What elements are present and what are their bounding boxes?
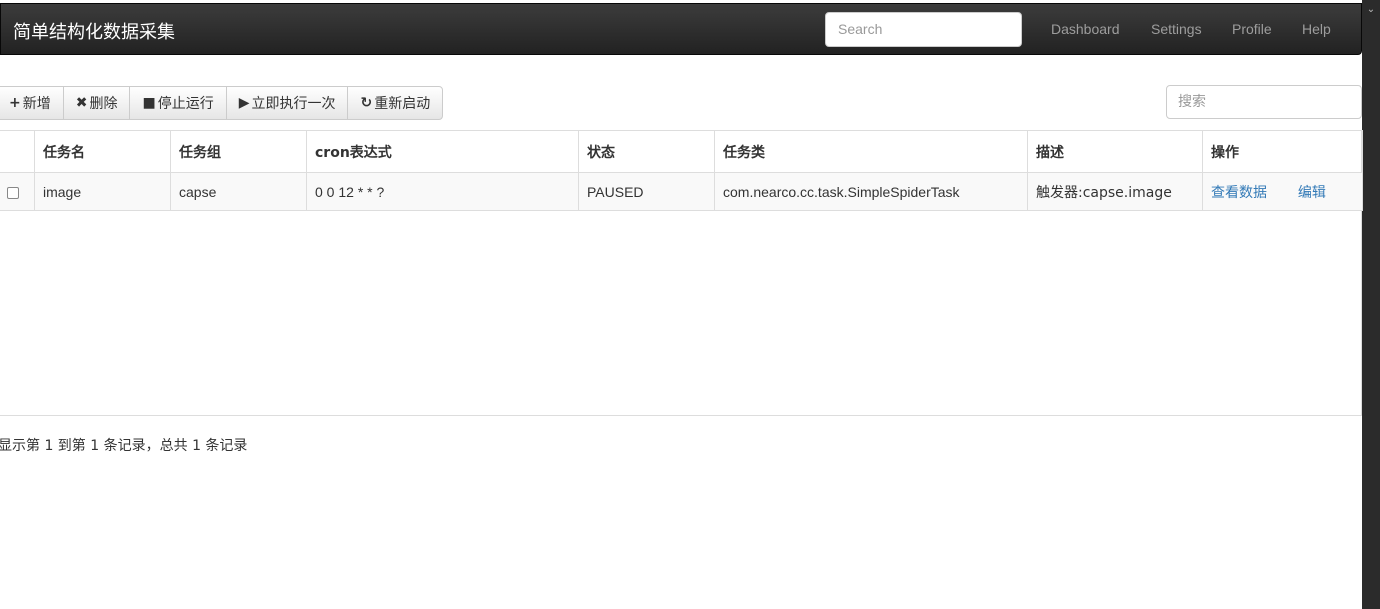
task-group-cell: capse — [170, 172, 307, 211]
view-data-link[interactable]: 查看数据 — [1211, 185, 1267, 201]
header-select — [0, 130, 35, 173]
table-header-row: 任务名 任务组 cron表达式 状态 任务类 描述 操作 — [0, 130, 1363, 173]
nav-link-help[interactable]: Help — [1302, 21, 1331, 37]
remove-icon: ✖ — [75, 95, 88, 111]
header-task-name[interactable]: 任务名 — [34, 130, 171, 173]
header-actions: 操作 — [1202, 130, 1363, 173]
stop-button-label: 停止运行 — [157, 96, 214, 112]
run-once-button-label: 立即执行一次 — [251, 96, 336, 112]
scroll-down-arrow-icon[interactable]: ⌄ — [1362, 2, 1380, 18]
app-brand[interactable]: 简单结构化数据采集 — [13, 18, 175, 44]
row-checkbox[interactable] — [7, 186, 19, 199]
top-navbar: 简单结构化数据采集 Search Dashboard Settings Prof… — [0, 3, 1362, 55]
task-table: 任务名 任务组 cron表达式 状态 任务类 描述 操作 image capse… — [0, 130, 1363, 211]
header-cron[interactable]: cron表达式 — [306, 130, 579, 173]
cron-cell: 0 0 12 * * ? — [306, 172, 579, 211]
pagination-info: 显示第 1 到第 1 条记录，总共 1 条记录 — [0, 438, 248, 454]
add-button[interactable]: + 新增 — [0, 86, 64, 120]
vertical-scrollbar[interactable]: ⌄ — [1362, 0, 1380, 609]
row-select-cell — [0, 172, 35, 211]
nav-search-input[interactable]: Search — [825, 12, 1022, 47]
header-task-class[interactable]: 任务类 — [714, 130, 1028, 173]
restart-button-label: 重新启动 — [374, 96, 431, 112]
stop-icon: ■ — [142, 95, 156, 111]
task-table-container: 任务名 任务组 cron表达式 状态 任务类 描述 操作 image capse… — [0, 130, 1363, 416]
task-toolbar: + 新增 ✖ 删除 ■ 停止运行 ▶ 立即执行一次 ↻ 重新启动 — [0, 86, 444, 120]
add-button-label: 新增 — [22, 96, 51, 112]
delete-button[interactable]: ✖ 删除 — [62, 86, 131, 120]
run-once-button[interactable]: ▶ 立即执行一次 — [225, 86, 349, 120]
nav-link-settings[interactable]: Settings — [1151, 21, 1202, 37]
task-class-cell: com.nearco.cc.task.SimpleSpiderTask — [714, 172, 1028, 211]
table-search-input[interactable]: 搜索 — [1166, 85, 1362, 119]
stop-button[interactable]: ■ 停止运行 — [129, 86, 227, 120]
status-cell: PAUSED — [578, 172, 715, 211]
task-name-cell: image — [34, 172, 171, 211]
table-row: image capse 0 0 12 * * ? PAUSED com.near… — [0, 172, 1363, 211]
header-task-group[interactable]: 任务组 — [170, 130, 307, 173]
nav-link-dashboard[interactable]: Dashboard — [1051, 21, 1120, 37]
refresh-icon: ↻ — [360, 95, 373, 111]
description-cell: 触发器:capse.image — [1027, 172, 1203, 211]
restart-button[interactable]: ↻ 重新启动 — [347, 86, 444, 120]
header-status[interactable]: 状态 — [578, 130, 715, 173]
nav-link-profile[interactable]: Profile — [1232, 21, 1272, 37]
actions-cell: 查看数据 编辑 — [1202, 172, 1363, 211]
plus-icon: + — [9, 95, 21, 111]
delete-button-label: 删除 — [89, 96, 118, 112]
play-icon: ▶ — [238, 95, 250, 111]
header-description[interactable]: 描述 — [1027, 130, 1203, 173]
edit-link[interactable]: 编辑 — [1298, 185, 1326, 201]
